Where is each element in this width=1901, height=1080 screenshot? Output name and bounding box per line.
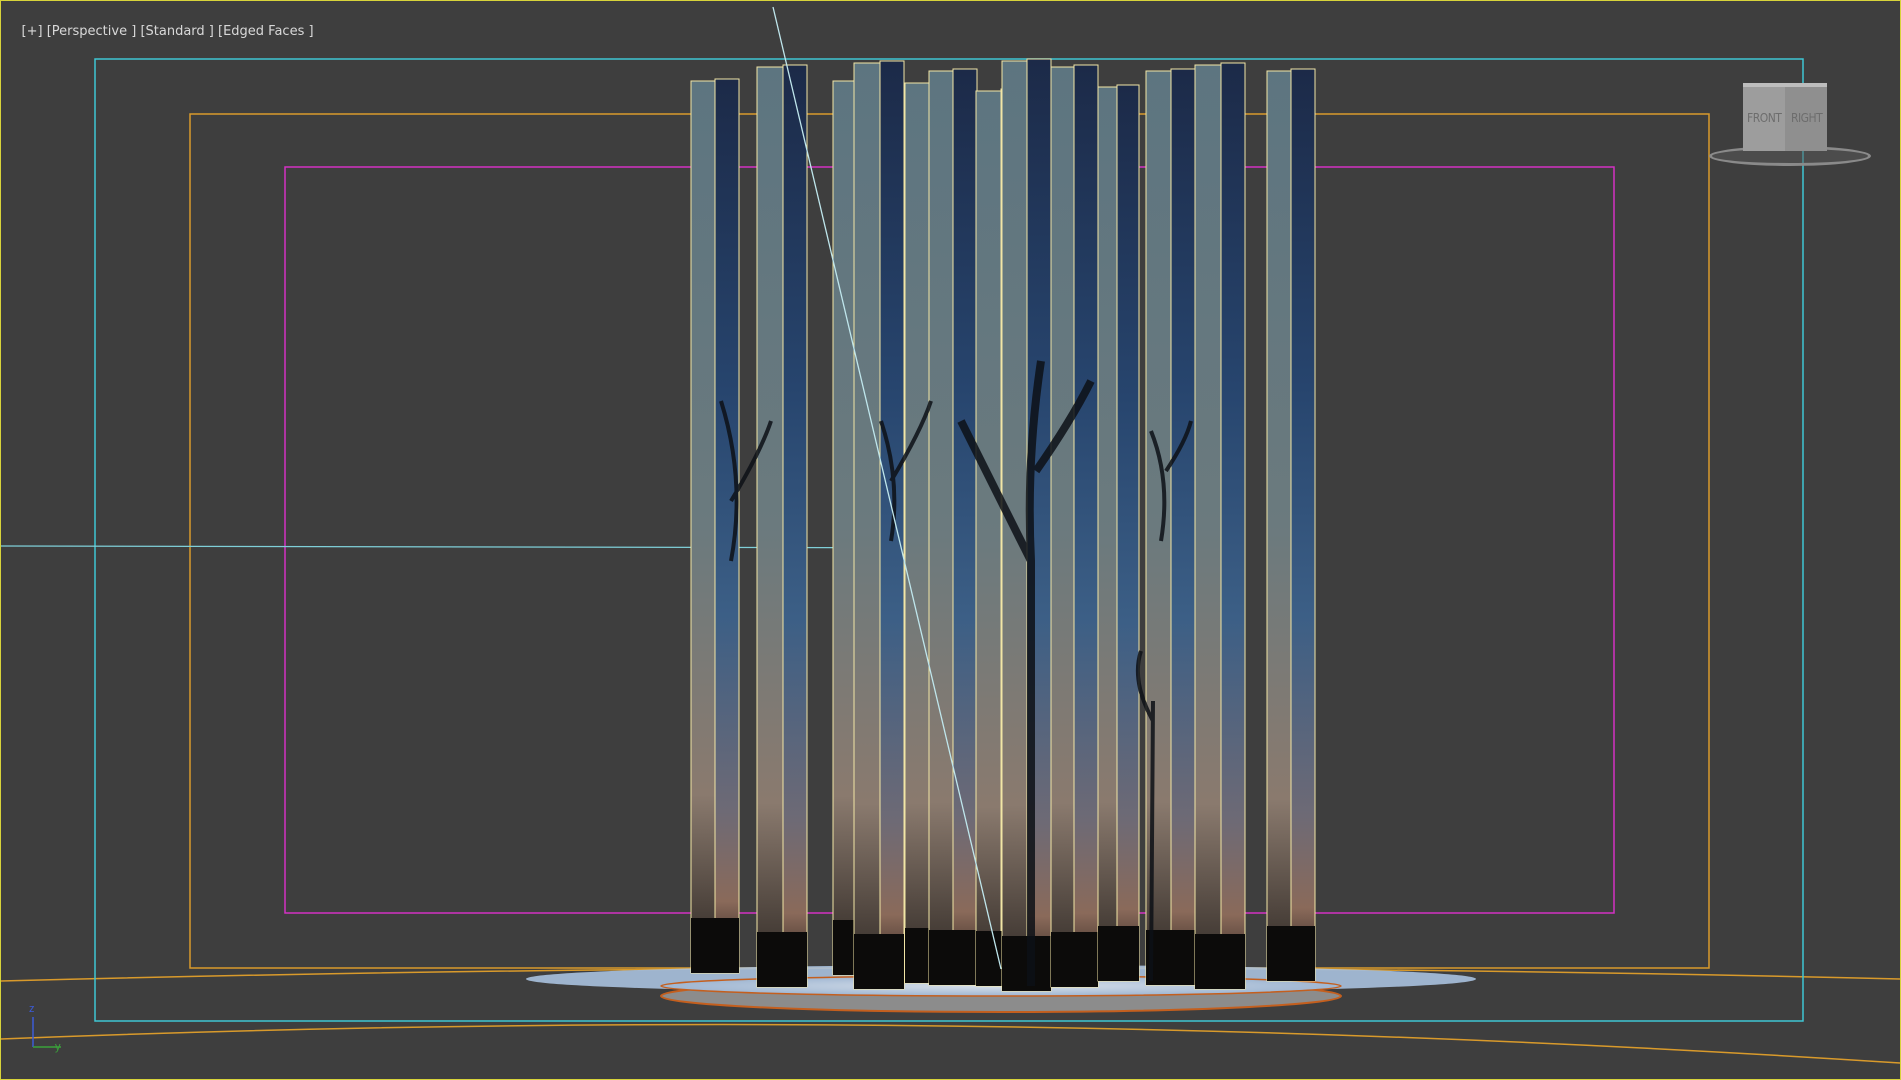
panel-silhouette-ground <box>1098 926 1139 981</box>
panel-12 <box>1194 62 1246 990</box>
panel-side-face <box>1194 64 1222 990</box>
panel-9 <box>1050 64 1099 988</box>
panel-side-face <box>690 80 716 974</box>
panel-front-face <box>1073 64 1099 988</box>
panel-front-face <box>952 68 978 986</box>
panel-side-face <box>832 80 857 976</box>
panel-front-face <box>1170 68 1196 986</box>
axis-z-label: z <box>29 1003 35 1015</box>
viewport-menu-plus[interactable]: [+] <box>22 24 43 39</box>
axis-tripod-icon: z y <box>25 1003 75 1055</box>
panel-silhouette-ground <box>757 932 807 987</box>
panel-side-face <box>853 62 881 990</box>
panel-front-face <box>1220 62 1246 990</box>
panel-silhouette-ground <box>1195 934 1245 989</box>
panel-6 <box>928 68 978 986</box>
panel-side-face <box>1145 70 1172 986</box>
axis-y-label: y <box>55 1041 61 1053</box>
view-cube-front-label: FRONT <box>1747 111 1782 125</box>
panel-side-face <box>975 90 1002 987</box>
view-cube-right-face[interactable]: RIGHT <box>1785 87 1827 151</box>
panel-2 <box>756 64 808 988</box>
scene-canvas[interactable] <box>1 1 1900 1079</box>
panel-10 <box>1097 84 1140 982</box>
view-cube[interactable]: FRONT RIGHT <box>1701 81 1871 171</box>
viewport-label: [+] [Perspective ] [Standard ] [Edged Fa… <box>5 9 314 54</box>
viewport-point-of-view-label[interactable]: [Perspective ] <box>47 24 137 39</box>
viewport-display-mode-label[interactable]: [Edged Faces ] <box>218 24 314 39</box>
panel-silhouette-ground <box>854 934 904 989</box>
perspective-viewport[interactable]: [+] [Perspective ] [Standard ] [Edged Fa… <box>0 0 1901 1080</box>
panel-silhouette-ground <box>1146 930 1195 985</box>
panel-front-face <box>782 64 808 988</box>
panel-silhouette-ground <box>691 918 739 973</box>
panel-4 <box>853 60 905 990</box>
panel-side-face <box>1097 86 1118 982</box>
panel-side-face <box>1050 66 1075 988</box>
panel-silhouette-ground <box>929 930 977 985</box>
panel-side-face <box>904 82 930 984</box>
panel-silhouette-ground <box>1051 932 1098 987</box>
panel-front-face <box>1290 68 1316 982</box>
panel-silhouette-ground <box>1002 936 1051 991</box>
panel-13 <box>1266 68 1316 982</box>
panel-front-face <box>1116 84 1140 982</box>
view-cube-box[interactable]: FRONT RIGHT <box>1743 83 1827 153</box>
panel-silhouette-ground <box>1267 926 1315 981</box>
view-cube-right-label: RIGHT <box>1791 111 1823 125</box>
panel-1 <box>690 78 740 974</box>
viewport-shading-label[interactable]: [Standard ] <box>140 24 213 39</box>
panel-group <box>690 58 1316 992</box>
panel-side-face <box>756 66 784 988</box>
view-cube-front-face[interactable]: FRONT <box>1743 87 1785 151</box>
panel-side-face <box>928 70 954 986</box>
panel-side-face <box>1266 70 1292 982</box>
